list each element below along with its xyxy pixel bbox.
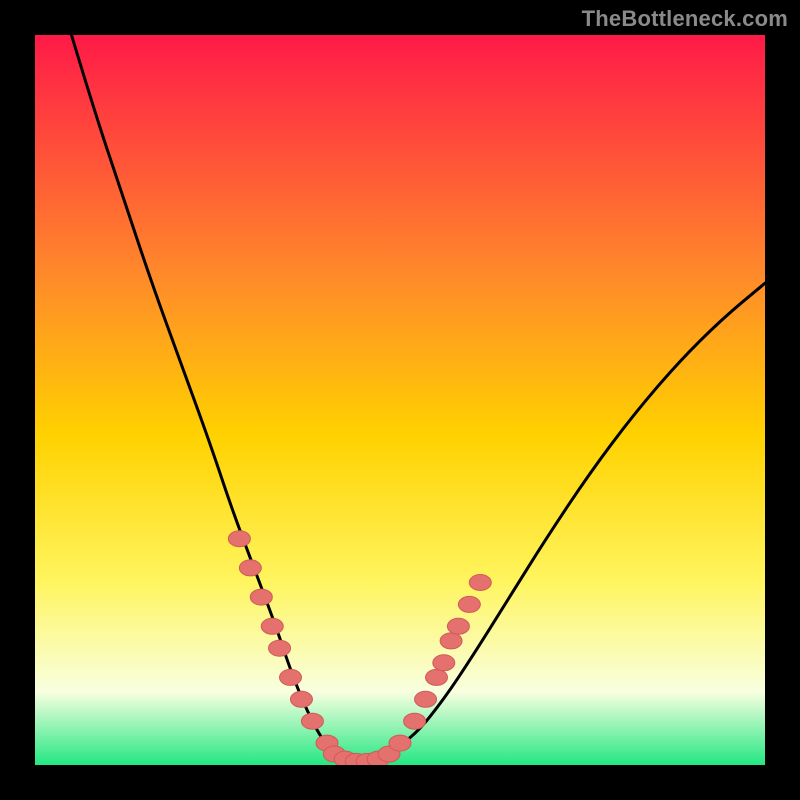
bottleneck-line-chart <box>35 35 765 765</box>
data-marker <box>261 618 283 634</box>
data-marker <box>404 713 426 729</box>
data-marker <box>250 589 272 605</box>
data-marker <box>440 633 462 649</box>
gradient-background <box>35 35 765 765</box>
data-marker <box>290 691 312 707</box>
data-marker <box>301 713 323 729</box>
data-marker <box>426 669 448 685</box>
data-marker <box>458 596 480 612</box>
data-marker <box>239 560 261 576</box>
data-marker <box>389 735 411 751</box>
plot-area <box>35 35 765 765</box>
watermark-text: TheBottleneck.com <box>582 6 788 32</box>
data-marker <box>447 618 469 634</box>
data-marker <box>269 640 291 656</box>
data-marker <box>228 531 250 547</box>
chart-frame: TheBottleneck.com <box>0 0 800 800</box>
data-marker <box>469 575 491 591</box>
data-marker <box>280 669 302 685</box>
data-marker <box>433 655 455 671</box>
data-marker <box>415 691 437 707</box>
